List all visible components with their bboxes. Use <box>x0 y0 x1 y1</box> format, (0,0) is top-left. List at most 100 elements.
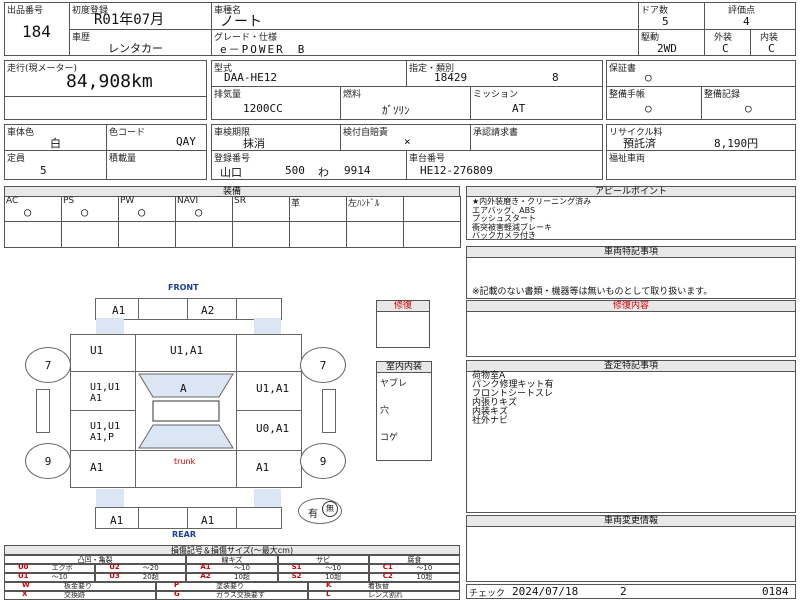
right-front-fender[interactable] <box>236 334 302 372</box>
front-bumper-center[interactable] <box>138 298 188 320</box>
manual-label: 整備手帳 <box>609 90 646 100</box>
interior-item: ヤブレ <box>380 379 408 389</box>
welfare-label: 福祉車両 <box>609 154 646 164</box>
repair-marker-label: 修復 <box>376 300 430 312</box>
equipment-divider <box>175 221 233 222</box>
equipment-divider <box>232 221 290 222</box>
code-value: QAY <box>176 135 196 148</box>
equipment-label: 左ﾊﾝﾄﾞﾙ <box>348 199 380 209</box>
equipment-cell <box>403 196 461 248</box>
front-bumper-end[interactable] <box>236 298 282 320</box>
rear-right-damage: A1 <box>201 514 215 527</box>
plate-num: 500 <box>285 164 305 177</box>
front-left-damage: A1 <box>112 304 126 317</box>
tire-rear-right[interactable]: 9 <box>300 443 346 479</box>
tire-rear-left[interactable]: 9 <box>25 443 71 479</box>
legend-repair-code: K <box>326 581 332 589</box>
warranty-value: ○ <box>645 71 652 84</box>
rear-bumper-end[interactable] <box>236 507 282 529</box>
name-cell <box>211 2 639 30</box>
legend-repair-code: G <box>174 590 180 598</box>
code-label: 色コード <box>109 128 146 138</box>
legend-code: C2 <box>382 572 393 580</box>
equipment-divider <box>403 221 461 222</box>
tire-rl-value: 9 <box>44 454 52 468</box>
legend-group: 凸凹・亀裂 <box>4 555 187 564</box>
disp-value: 1200CC <box>243 102 283 115</box>
trunk[interactable] <box>135 450 237 488</box>
fuel-value: ｶﾞｿﾘﾝ <box>382 104 410 117</box>
spare-yes: 有 <box>308 509 318 520</box>
legend-repair-desc: 交換跡 <box>64 591 85 599</box>
interior-header: 室内内装 <box>376 361 432 373</box>
rear-bumper-center[interactable] <box>138 507 188 529</box>
plate-label: 登録番号 <box>214 154 251 164</box>
chassis-label: 車台番号 <box>409 154 446 164</box>
left-fender-damage: U1 <box>90 344 104 357</box>
equipment-divider <box>289 221 347 222</box>
equipment-divider <box>4 221 62 222</box>
tire-front-left[interactable]: 7 <box>25 347 71 383</box>
int-value: C <box>768 42 775 55</box>
spec-b: 8 <box>552 71 559 84</box>
check-label: チェック <box>469 589 506 599</box>
legend-repair-desc: レンズ割れ <box>368 591 403 599</box>
footer-lot: 0184 <box>762 585 789 598</box>
lot-number: 184 <box>22 22 51 41</box>
legend-header: 損傷記号＆損傷サイズ(～最大cm) <box>4 545 460 555</box>
mission-value: AT <box>512 102 526 115</box>
trunk-label: trunk <box>174 457 196 466</box>
left-mirror[interactable] <box>36 389 50 433</box>
equipment-divider <box>118 221 176 222</box>
right-rear-fender-damage: A1 <box>256 461 270 474</box>
legend-code: A2 <box>200 572 211 580</box>
right-rear-door-damage: U0,A1 <box>256 422 290 435</box>
lot-label: 出品番号 <box>7 6 44 16</box>
legend-code: S2 <box>291 572 302 580</box>
rear-label: REAR <box>172 530 196 539</box>
recycle-status: 預託済 <box>623 137 656 150</box>
tire-rr-value: 9 <box>319 454 327 468</box>
plate-kana: わ <box>318 166 329 179</box>
inspection-item: 社外ナビ <box>472 416 509 426</box>
front-right-damage: A2 <box>201 304 215 317</box>
legend-repair-code: W <box>22 581 30 589</box>
score-value: 4 <box>743 15 750 28</box>
mileage-divider <box>4 96 207 97</box>
mileage-value: 84,908km <box>66 71 153 92</box>
tire-front-right[interactable]: 7 <box>300 347 346 383</box>
manual-value: ○ <box>645 102 652 115</box>
spare-circle: 無 <box>322 501 338 517</box>
legend-code: C1 <box>382 563 393 571</box>
equipment-label: SR <box>234 196 246 206</box>
equipment-divider <box>61 221 119 222</box>
history-label: 車歴 <box>72 33 91 43</box>
capacity-label: 定員 <box>7 154 26 164</box>
tire-fl-value: 7 <box>44 358 52 372</box>
color-value: 白 <box>50 137 61 150</box>
car-name: ノート <box>220 14 262 30</box>
spec-a: 18429 <box>434 71 468 84</box>
equipment-value: ○ <box>24 205 32 219</box>
legend-code: A1 <box>200 563 211 571</box>
equipment-value: ○ <box>81 205 89 219</box>
plate-no: 9914 <box>344 164 371 177</box>
interior-item: コゲ <box>380 433 399 443</box>
selfcheck-label: 検付自賠責 <box>343 128 389 138</box>
score-label: 評価点 <box>728 6 756 16</box>
warranty-label: 保証書 <box>609 64 637 74</box>
left-rear-fender-damage: A1 <box>90 461 104 474</box>
load-label: 積載量 <box>109 154 137 164</box>
legend-desc: 10超 <box>416 573 433 581</box>
drive-value: 2WD <box>657 42 677 55</box>
equipment-label: AC <box>6 196 19 206</box>
color-label: 車体色 <box>7 128 35 138</box>
capacity-value: 5 <box>40 164 47 177</box>
legend-repair-code: X <box>22 590 28 598</box>
legend-repair-code: L <box>326 590 331 598</box>
recycle-amount: 8,190円 <box>714 137 759 150</box>
inspect-value: 抹消 <box>243 137 265 150</box>
right-mirror[interactable] <box>322 389 336 433</box>
equipment-value: ○ <box>195 205 203 219</box>
equipment-label: PW <box>120 196 135 206</box>
